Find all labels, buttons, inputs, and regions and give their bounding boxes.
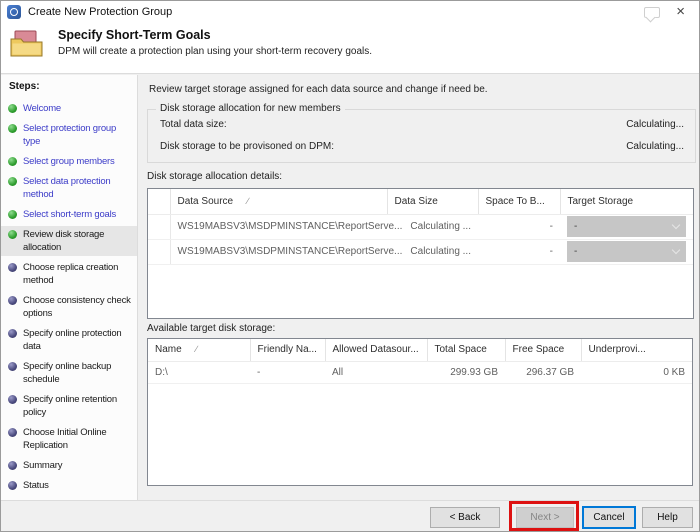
available-header-total-space[interactable]: Total Space — [427, 339, 506, 362]
details-header-blank — [148, 189, 171, 215]
volume-name-cell: D:\ — [148, 361, 250, 384]
sidebar-item-specify-online-backup-schedule: Specify online backup schedule — [1, 358, 137, 388]
total-space-cell: 299.93 GB — [427, 361, 505, 384]
disk-storage-allocation-details-table: Data Source ∕ Data Size Space To B... Tar… — [147, 188, 694, 319]
wizard-header: Specify Short-Term Goals DPM will create… — [1, 23, 699, 74]
steps-heading: Steps: — [9, 81, 40, 92]
chevron-down-icon — [671, 245, 681, 255]
sort-ascending-icon: ∕ — [247, 195, 249, 206]
page-subtitle: DPM will create a protection plan using … — [58, 46, 373, 57]
disk-storage-provisioned-value: Calculating... — [626, 141, 684, 152]
sidebar-item-choose-consistency-check-options: Choose consistency check options — [1, 292, 137, 322]
step-current-icon — [8, 230, 17, 239]
allowed-datasources-cell: All — [325, 361, 427, 384]
details-table-row[interactable]: WS19MABSV3\MSDPMINSTANCE\ReportServe... … — [148, 239, 693, 265]
step-todo-icon — [8, 263, 17, 272]
sort-ascending-icon: ∕ — [195, 344, 198, 355]
details-header-space-to-b[interactable]: Space To B... — [478, 189, 561, 215]
back-button[interactable]: < Back — [430, 507, 500, 528]
available-header-name[interactable]: Name ∕ — [148, 339, 251, 362]
disk-storage-provisioned-label: Disk storage to be provisoned on DPM: — [160, 141, 334, 152]
instruction-text: Review target storage assigned for each … — [149, 84, 488, 95]
step-done-icon — [8, 210, 17, 219]
steps-sidebar: Steps: Welcome Select protection group t… — [1, 75, 138, 531]
details-table-label: Disk storage allocation details: — [147, 171, 283, 182]
feedback-bubble-icon[interactable] — [644, 6, 661, 18]
space-to-be-cell: - — [478, 214, 560, 240]
details-header-data-size[interactable]: Data Size — [387, 189, 479, 215]
target-storage-dropdown[interactable]: - — [567, 216, 686, 237]
friendly-name-cell: - — [250, 361, 325, 384]
sidebar-item-select-group-members[interactable]: Select group members — [1, 153, 137, 170]
step-todo-icon — [8, 428, 17, 437]
details-header-data-source[interactable]: Data Source ∕ — [170, 189, 388, 215]
details-header-row: Data Source ∕ Data Size Space To B... Tar… — [148, 189, 693, 215]
button-bar: < Back Next > Cancel Help — [1, 500, 699, 531]
available-header-allowed-datasources[interactable]: Allowed Datasour... — [325, 339, 428, 362]
cancel-button[interactable]: Cancel — [582, 506, 636, 529]
available-table-row[interactable]: D:\ - All 299.93 GB 296.37 GB 0 KB — [148, 361, 692, 384]
chevron-down-icon — [671, 220, 681, 230]
sidebar-item-review-disk-storage-allocation[interactable]: Review disk storage allocation — [1, 226, 137, 256]
sidebar-item-choose-replica-creation-method: Choose replica creation method — [1, 259, 137, 289]
sidebar-item-welcome[interactable]: Welcome — [1, 100, 137, 117]
page-title: Specify Short-Term Goals — [58, 28, 211, 42]
step-todo-icon — [8, 395, 17, 404]
step-todo-icon — [8, 296, 17, 305]
step-todo-icon — [8, 329, 17, 338]
data-source-cell: WS19MABSV3\MSDPMINSTANCE\ReportServe... — [170, 214, 402, 240]
total-data-size-label: Total data size: — [160, 119, 227, 130]
title-bar: Create New Protection Group × — [1, 1, 699, 23]
step-done-icon — [8, 177, 17, 186]
sidebar-item-specify-online-retention-policy: Specify online retention policy — [1, 391, 137, 421]
close-button[interactable]: × — [676, 4, 685, 19]
dpm-app-icon — [7, 5, 21, 19]
wizard-window: Create New Protection Group × Specify Sh… — [0, 0, 700, 532]
target-storage-dropdown[interactable]: - — [567, 241, 686, 262]
sidebar-item-select-protection-group-type[interactable]: Select protection group type — [1, 120, 137, 150]
space-to-be-cell: - — [478, 239, 560, 265]
free-space-cell: 296.37 GB — [505, 361, 581, 384]
details-table-row[interactable]: WS19MABSV3\MSDPMINSTANCE\ReportServe... … — [148, 214, 693, 240]
total-data-size-value: Calculating... — [626, 119, 684, 130]
available-header-underprovisioned[interactable]: Underprovi... — [581, 339, 692, 362]
step-todo-icon — [8, 362, 17, 371]
data-source-cell: WS19MABSV3\MSDPMINSTANCE\ReportServe... — [170, 239, 402, 265]
available-header-row: Name ∕ Friendly Na... Allowed Datasour...… — [148, 339, 692, 362]
disk-allocation-groupbox: Disk storage allocation for new members … — [147, 103, 696, 163]
available-header-free-space[interactable]: Free Space — [505, 339, 582, 362]
step-done-icon — [8, 104, 17, 113]
window-title: Create New Protection Group — [28, 6, 173, 18]
available-header-friendly-name[interactable]: Friendly Na... — [250, 339, 326, 362]
sidebar-item-summary: Summary — [1, 457, 137, 474]
underprovisioned-cell: 0 KB — [581, 361, 692, 384]
details-header-target-storage[interactable]: Target Storage — [560, 189, 693, 215]
next-button[interactable]: Next > — [516, 507, 574, 528]
available-storage-label: Available target disk storage: — [147, 323, 276, 334]
sidebar-item-select-data-protection-method[interactable]: Select data protection method — [1, 173, 137, 203]
sidebar-item-specify-online-protection-data: Specify online protection data — [1, 325, 137, 355]
sidebar-item-status: Status — [1, 477, 137, 494]
protection-group-folder-icon — [10, 30, 43, 57]
step-done-icon — [8, 157, 17, 166]
step-todo-icon — [8, 461, 17, 470]
sidebar-item-select-short-term-goals[interactable]: Select short-term goals — [1, 206, 137, 223]
help-button[interactable]: Help — [642, 507, 693, 528]
step-todo-icon — [8, 481, 17, 490]
available-target-disk-storage-table: Name ∕ Friendly Na... Allowed Datasour...… — [147, 338, 693, 486]
sidebar-item-choose-initial-online-replication: Choose Initial Online Replication — [1, 424, 137, 454]
groupbox-legend: Disk storage allocation for new members — [156, 103, 345, 114]
step-done-icon — [8, 124, 17, 133]
